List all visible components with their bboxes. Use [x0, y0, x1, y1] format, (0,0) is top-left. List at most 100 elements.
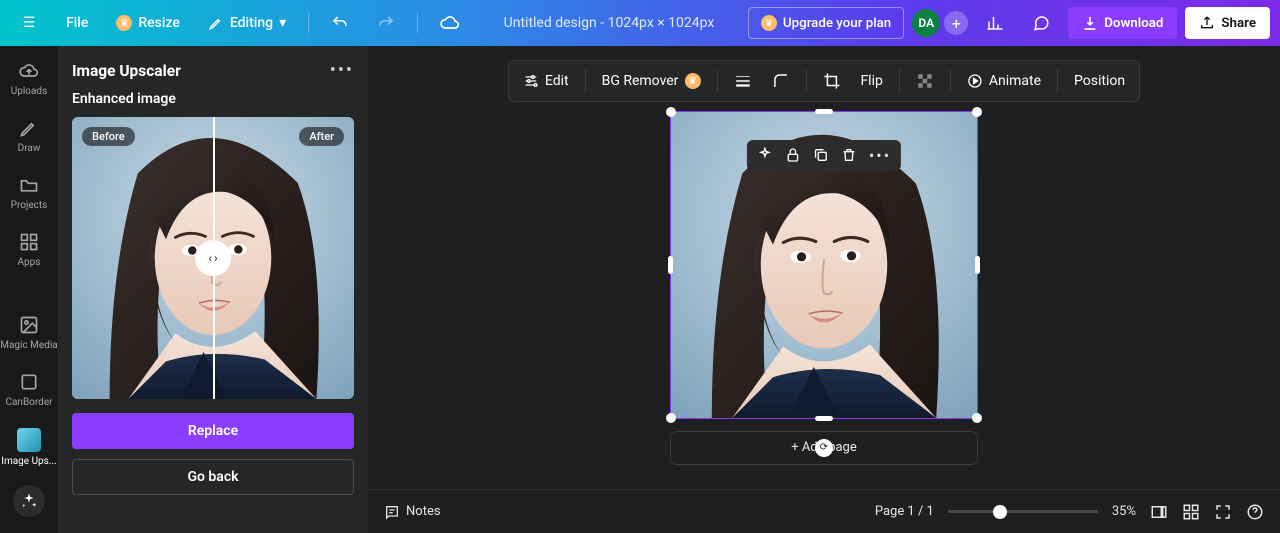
share-label: Share: [1221, 16, 1256, 31]
panel-subtitle: Enhanced image: [72, 91, 354, 107]
fullscreen-icon: [1214, 503, 1232, 521]
user-avatar[interactable]: DA: [912, 9, 940, 37]
download-label: Download: [1104, 16, 1163, 31]
notes-icon: [384, 504, 400, 520]
design-title-input[interactable]: [489, 15, 729, 31]
upgrade-button[interactable]: ♛ Upgrade your plan: [748, 7, 904, 39]
delete-element-button[interactable]: [841, 146, 857, 165]
rail-label: Apps: [18, 257, 41, 268]
corner-icon: [771, 72, 789, 90]
resize-handle-tr[interactable]: [972, 107, 982, 117]
replace-button[interactable]: Replace: [72, 413, 354, 449]
cloud-icon: [440, 13, 460, 33]
compare-slider-handle[interactable]: ‹ ›: [195, 240, 231, 276]
resize-handle-r[interactable]: [975, 256, 980, 274]
transparency-icon: [916, 72, 934, 90]
notes-button[interactable]: Notes: [384, 504, 441, 520]
position-button[interactable]: Position: [1070, 69, 1129, 93]
page-indicator: Page 1 / 1: [875, 504, 934, 519]
flip-button[interactable]: Flip: [856, 69, 886, 93]
chevron-left-icon: ‹: [208, 251, 212, 265]
element-floating-toolbar: •••: [747, 140, 901, 171]
app-header: ☰ File ♛Resize Editing ▾ ♛ Upgrade your p…: [0, 0, 1280, 46]
page-view-button[interactable]: [1150, 503, 1168, 521]
zoom-slider[interactable]: [948, 510, 1098, 513]
bg-remover-button[interactable]: BG Remover♛: [598, 69, 705, 93]
resize-button[interactable]: ♛Resize: [106, 9, 190, 37]
crown-icon: ♛: [761, 15, 777, 31]
rail-label: CanBorder: [5, 397, 52, 408]
cloud-sync-button[interactable]: [430, 7, 470, 39]
fullscreen-button[interactable]: [1214, 503, 1232, 521]
add-page-button[interactable]: + Add page ⟳: [670, 431, 978, 465]
panel-more-button[interactable]: •••: [330, 60, 354, 81]
redo-button[interactable]: [367, 8, 405, 38]
more-element-button[interactable]: •••: [869, 146, 891, 165]
rail-canborder[interactable]: CanBorder: [0, 369, 58, 410]
zoom-level[interactable]: 35%: [1112, 504, 1136, 519]
corner-rounding-button[interactable]: [767, 68, 793, 94]
rail-draw[interactable]: Draw: [0, 115, 58, 156]
notes-label: Notes: [406, 504, 441, 519]
before-after-compare[interactable]: Before After ‹ ›: [72, 117, 354, 399]
go-back-button[interactable]: Go back: [72, 459, 354, 495]
upgrade-label: Upgrade your plan: [783, 16, 891, 31]
grid-view-button[interactable]: [1182, 503, 1200, 521]
zoom-thumb[interactable]: [993, 505, 1007, 519]
loading-spinner-icon: ⟳: [815, 439, 833, 457]
bottom-bar: Notes Page 1 / 1 35%: [368, 489, 1280, 533]
rail-magic-media[interactable]: Magic Media: [0, 312, 58, 353]
page-view-icon: [1150, 503, 1168, 521]
bg-remover-label: BG Remover: [602, 73, 679, 89]
line-weight-button[interactable]: [729, 68, 755, 94]
selected-image[interactable]: •••: [670, 111, 978, 419]
sidebar-rail: Uploads Draw Projects Apps Magic Media C…: [0, 46, 58, 533]
undo-icon: [331, 14, 349, 32]
after-badge: After: [299, 127, 344, 146]
rail-label: Draw: [18, 143, 41, 154]
rail-apps[interactable]: Apps: [0, 229, 58, 270]
download-button[interactable]: Download: [1068, 7, 1177, 39]
hamburger-menu[interactable]: ☰: [10, 8, 48, 38]
undo-button[interactable]: [321, 8, 359, 38]
edit-image-button[interactable]: Edit: [519, 69, 573, 93]
grid-icon: [1182, 503, 1200, 521]
folder-icon: [18, 174, 40, 196]
transparency-button[interactable]: [912, 68, 938, 94]
share-icon: [1199, 15, 1215, 31]
before-badge: Before: [82, 127, 135, 146]
animate-icon: [967, 73, 983, 89]
resize-handle-br[interactable]: [972, 413, 982, 423]
magic-sparkle-button[interactable]: [13, 485, 45, 517]
resize-handle-t[interactable]: [815, 109, 833, 114]
share-button[interactable]: Share: [1185, 7, 1270, 39]
lock-element-button[interactable]: [785, 146, 801, 165]
rail-projects[interactable]: Projects: [0, 172, 58, 213]
chevron-down-icon: ▾: [279, 15, 286, 31]
rail-label: Image Ups...: [1, 456, 57, 467]
crop-button[interactable]: [818, 68, 844, 94]
rail-uploads[interactable]: Uploads: [0, 58, 58, 99]
rail-label: Projects: [11, 200, 48, 211]
rail-label: Magic Media: [0, 340, 57, 351]
add-member-button[interactable]: +: [944, 11, 968, 35]
upscaler-thumb-icon: [17, 428, 41, 452]
resize-handle-bl[interactable]: [666, 413, 676, 423]
insights-button[interactable]: [976, 8, 1014, 38]
pencil-icon: [18, 117, 40, 139]
animate-button[interactable]: Animate: [963, 69, 1045, 93]
ai-edit-button[interactable]: [757, 146, 773, 165]
resize-handle-l[interactable]: [668, 256, 673, 274]
crop-icon: [822, 72, 840, 90]
image-icon: [18, 314, 40, 336]
grid-icon: [18, 231, 40, 253]
resize-handle-tl[interactable]: [666, 107, 676, 117]
resize-handle-b[interactable]: [815, 416, 833, 421]
sliders-icon: [523, 73, 539, 89]
editing-dropdown[interactable]: Editing ▾: [198, 9, 296, 37]
rail-image-upscaler[interactable]: Image Ups...: [0, 426, 58, 469]
help-button[interactable]: [1246, 503, 1264, 521]
duplicate-element-button[interactable]: [813, 146, 829, 165]
comment-button[interactable]: [1022, 8, 1060, 38]
file-menu[interactable]: File: [56, 9, 98, 37]
